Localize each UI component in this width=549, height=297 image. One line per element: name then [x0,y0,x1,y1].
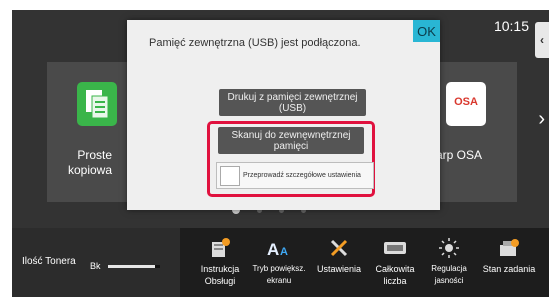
osa-logo: OSA [454,96,478,108]
taskbar-text-zoom[interactable]: AA Tryb powiększ. ekranu [250,236,308,287]
toner-level-fill [108,265,155,268]
app-label-simple-copy: Proste kopiowa [67,148,112,177]
toner-color-label: Bk [90,261,101,271]
clock: 10:15 [493,18,529,34]
bottom-taskbar: Ilość Tonera Bk Instrukcja Obsługi AA Tr… [12,228,549,297]
app-tile-simple-copy[interactable]: Proste kopiowa [47,62,137,202]
app-tile-sharp-osa[interactable]: OSA arp OSA [432,62,517,202]
side-panel-tab[interactable]: ‹ [535,22,549,58]
scan-to-usb-button[interactable]: Skanuj do zewnęwnętrznej pamięci [218,127,364,154]
brightness-icon [424,236,474,260]
dialog-message: Pamięć zewnętrzna (USB) jest podłączona. [149,37,361,49]
taskbar-total-count-label: Całkowita liczba [375,264,415,286]
osa-app-icon: OSA [446,82,486,126]
touch-panel: Proste kopiowa OSA arp OSA › 10:15 ‹ Ilo… [12,10,549,297]
taskbar-manual[interactable]: Instrukcja Obsługi [195,236,245,287]
toner-level-bar [108,265,160,268]
taskbar-manual-label: Instrukcja Obsługi [200,264,240,286]
app-label-sharp-osa: arp OSA [436,148,483,162]
detail-settings-option[interactable]: Przeprowadź szczegółowe ustawienia [216,162,374,189]
counter-icon [370,236,420,260]
job-status-icon [478,236,540,260]
taskbar-brightness[interactable]: Regulacja jasności [424,236,474,287]
detail-settings-label: Przeprowadź szczegółowe ustawienia [243,172,361,179]
detail-settings-checkbox[interactable] [220,165,240,186]
taskbar-job-status[interactable]: Stan zadania [478,236,540,275]
toner-status: Ilość Tonera Bk [12,228,180,297]
copy-app-icon [77,82,117,126]
settings-tools-icon [310,236,368,260]
taskbar-brightness-label: Regulacja jasności [431,264,467,285]
usb-connected-dialog: Pamięć zewnętrzna (USB) jest podłączona.… [127,20,440,210]
manual-icon [195,236,245,260]
ok-button[interactable]: OK [413,20,440,42]
taskbar-text-zoom-label: Tryb powiększ. ekranu [252,264,306,285]
next-page-arrow-icon[interactable]: › [538,108,545,131]
print-from-usb-button[interactable]: Drukuj z pamięci zewnętrznej (USB) [219,89,366,116]
taskbar-job-status-label: Stan zadania [482,264,536,274]
svg-text:A: A [280,246,288,258]
taskbar-total-count[interactable]: Całkowita liczba [370,236,420,287]
toner-title: Ilość Tonera [22,256,76,267]
taskbar-settings[interactable]: Ustawienia [310,236,368,275]
taskbar-settings-label: Ustawienia [316,264,362,274]
text-zoom-icon: AA [250,236,308,260]
svg-text:A: A [267,240,279,258]
